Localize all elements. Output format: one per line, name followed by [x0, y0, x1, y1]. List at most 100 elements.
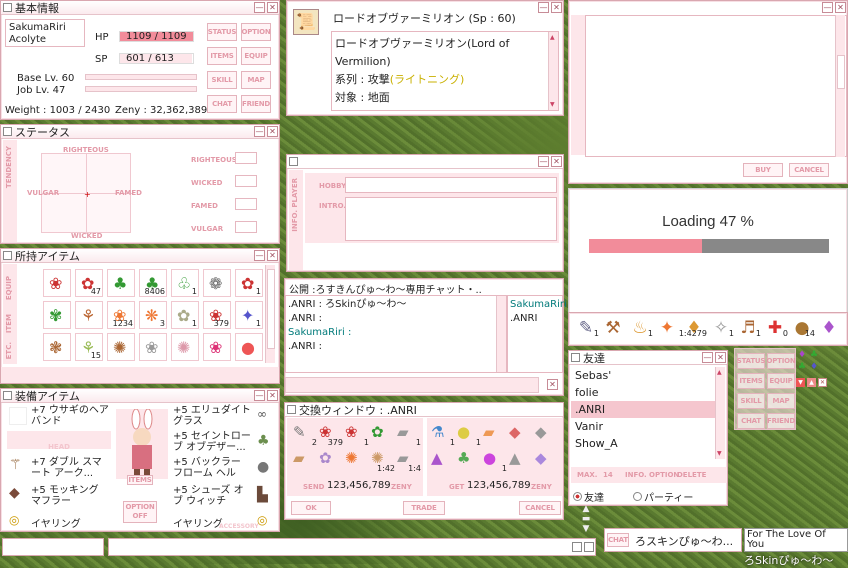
trade-send-item[interactable]: ❀ 379 — [319, 423, 343, 447]
trade-get-item[interactable]: ● 1 — [483, 449, 507, 473]
inventory-slot[interactable]: ❀ — [139, 333, 167, 361]
mini-menu-button[interactable]: CHAT — [737, 413, 765, 429]
inventory-slot[interactable]: ❋ 3 — [139, 301, 167, 329]
shop-scrollbar[interactable] — [835, 15, 845, 157]
radio-selected-icon[interactable] — [573, 492, 582, 501]
inventory-slot[interactable]: ● — [235, 333, 263, 361]
menu-button[interactable]: FRIEND — [241, 95, 271, 113]
inventory-slot[interactable]: ♣ — [107, 269, 135, 297]
inventory-slot[interactable]: ✺ — [107, 333, 135, 361]
trade-send-item[interactable]: ✿ — [319, 449, 343, 473]
trade-get-item[interactable]: ◆ — [509, 423, 533, 447]
skill-scrollbar[interactable]: ▲ ▼ — [548, 32, 558, 110]
close-icon[interactable]: ✕ — [715, 352, 726, 363]
minimize-icon[interactable]: — — [254, 126, 265, 137]
menu-button[interactable]: MAP — [241, 71, 271, 89]
trade-get-item[interactable]: ⚗ 1 — [431, 423, 455, 447]
inventory-slot[interactable]: ✺ — [171, 333, 199, 361]
friends-scrollbar[interactable]: ▲ ▼ — [715, 367, 725, 459]
mini-menu-button[interactable]: EQUIP — [767, 373, 795, 389]
mini-menu-button[interactable]: SKILL — [737, 393, 765, 409]
inventory-slot[interactable]: ❃ — [43, 333, 71, 361]
inventory-slot[interactable]: ♧ 1 — [171, 269, 199, 297]
equip-garment[interactable]: +5 モッキング マフラー — [31, 485, 111, 507]
tab-etc[interactable]: ETC. — [5, 342, 13, 359]
chat-input-bar[interactable] — [108, 538, 596, 556]
minimize-icon[interactable]: — — [538, 156, 549, 167]
menu-button[interactable]: CHAT — [207, 95, 237, 113]
arrow-down-icon[interactable]: ▼ — [796, 378, 805, 387]
mini-menu-button[interactable]: OPTION — [766, 353, 796, 369]
close-icon[interactable]: ✕ — [267, 126, 278, 137]
hotkey-slot[interactable]: ♦ — [816, 316, 842, 342]
trade-send-item[interactable]: ❀ 1 — [345, 423, 369, 447]
trade-send-item[interactable]: ✿ — [371, 423, 395, 447]
checkbox-icon[interactable] — [287, 405, 296, 414]
close-icon[interactable]: ✕ — [551, 156, 562, 167]
close-icon[interactable]: ✕ — [267, 390, 278, 401]
trade-send-item[interactable]: ▰ 1:4 — [397, 449, 421, 473]
tab-equip[interactable]: EQUIP — [5, 276, 13, 300]
trade-get-item[interactable]: ♣ — [457, 449, 481, 473]
menu-button[interactable]: SKILL — [207, 71, 237, 89]
checkbox-icon[interactable] — [571, 353, 580, 362]
trade-titlebar[interactable]: 交換ウィンドウ : .ANRI — [285, 403, 563, 417]
inventory-slot[interactable]: ✿ 1 — [235, 269, 263, 297]
equip-head-mid[interactable]: +5 エリュダイト グラス — [173, 405, 253, 427]
trade-send-item[interactable]: ▰ 1 — [397, 423, 421, 447]
hotkey-slot[interactable]: ⚒ — [600, 316, 626, 342]
checkbox-icon[interactable] — [3, 391, 12, 400]
trade-get-item[interactable]: ◆ — [535, 449, 559, 473]
trade-send-item[interactable]: ✺ — [345, 449, 369, 473]
hotkey-slot[interactable]: ✎ 1 — [573, 316, 599, 342]
arrow-up-icon[interactable]: ▲ — [807, 378, 816, 387]
friend-item[interactable]: Vanir — [571, 418, 715, 435]
minimize-icon[interactable]: — — [538, 2, 549, 13]
tab-item[interactable]: ITEM — [5, 314, 13, 333]
equip-accessory-left[interactable]: イヤリング — [31, 515, 81, 530]
radio-friends[interactable]: 友達 — [573, 489, 604, 504]
close-icon[interactable]: ✕ — [818, 378, 827, 387]
inventory-slot[interactable]: ❀ 1234 — [107, 301, 135, 329]
menu-button[interactable]: EQUIP — [241, 47, 271, 65]
inventory-slot[interactable]: ❀ 379 — [203, 301, 231, 329]
info-button[interactable]: INFO. — [625, 471, 647, 479]
equip-head[interactable]: +7 ウサギのヘアバンド — [31, 405, 111, 427]
inventory-titlebar[interactable]: 所持アイテム — [1, 249, 279, 263]
inventory-slot[interactable]: ❁ — [203, 269, 231, 297]
chat-option-icon[interactable] — [584, 542, 594, 552]
chat-input[interactable] — [285, 377, 539, 393]
hotkey-slot[interactable]: ♦ 1:4279 — [679, 316, 707, 342]
hotkey-slot[interactable]: ✚ 0 — [762, 316, 788, 342]
trade-button[interactable]: TRADE — [403, 501, 445, 515]
minimize-icon[interactable]: — — [702, 352, 713, 363]
trade-send-item[interactable]: ▰ — [293, 449, 317, 473]
trade-send-item[interactable]: ✎ 2 — [293, 423, 317, 447]
trade-send-item[interactable]: ✺ 1:42 — [371, 449, 395, 473]
inventory-slot[interactable]: ✾ — [43, 301, 71, 329]
equip-shield[interactable]: +5 バックラー フローム ヘル — [173, 457, 253, 479]
chat-scrollbar[interactable] — [496, 296, 506, 372]
herb-icon[interactable]: ♣ — [798, 362, 806, 372]
hotkey-slot[interactable]: ♨ 1 — [627, 316, 653, 342]
status-titlebar[interactable]: ステータス — [1, 125, 279, 139]
friend-item[interactable]: Show_A — [571, 435, 715, 452]
option-button[interactable]: OPTION — [649, 471, 679, 479]
menu-button[interactable]: ITEMS — [207, 47, 237, 65]
mini-menu-button[interactable]: FRIEND — [767, 413, 795, 429]
inventory-slot[interactable]: ✦ 1 — [235, 301, 263, 329]
checkbox-icon[interactable] — [3, 251, 12, 260]
inventory-slot[interactable]: ❀ — [43, 269, 71, 297]
friend-item[interactable]: .ANRI — [571, 401, 715, 418]
radio-party[interactable]: パーティー — [633, 489, 693, 504]
checkbox-icon[interactable] — [289, 157, 298, 166]
equip-head-lower[interactable]: HEAD — [7, 431, 111, 451]
items-button[interactable]: ITEMS — [127, 475, 153, 485]
equipment-titlebar[interactable]: 装備アイテム — [1, 389, 279, 403]
minimize-icon[interactable]: — — [254, 250, 265, 261]
hobby-field[interactable] — [345, 177, 557, 193]
option-off-button[interactable]: OPTION OFF — [123, 501, 157, 523]
minimize-icon[interactable]: — — [822, 2, 833, 13]
mini-menu-button[interactable]: MAP — [767, 393, 795, 409]
herb-icon[interactable]: ♣ — [810, 350, 818, 360]
